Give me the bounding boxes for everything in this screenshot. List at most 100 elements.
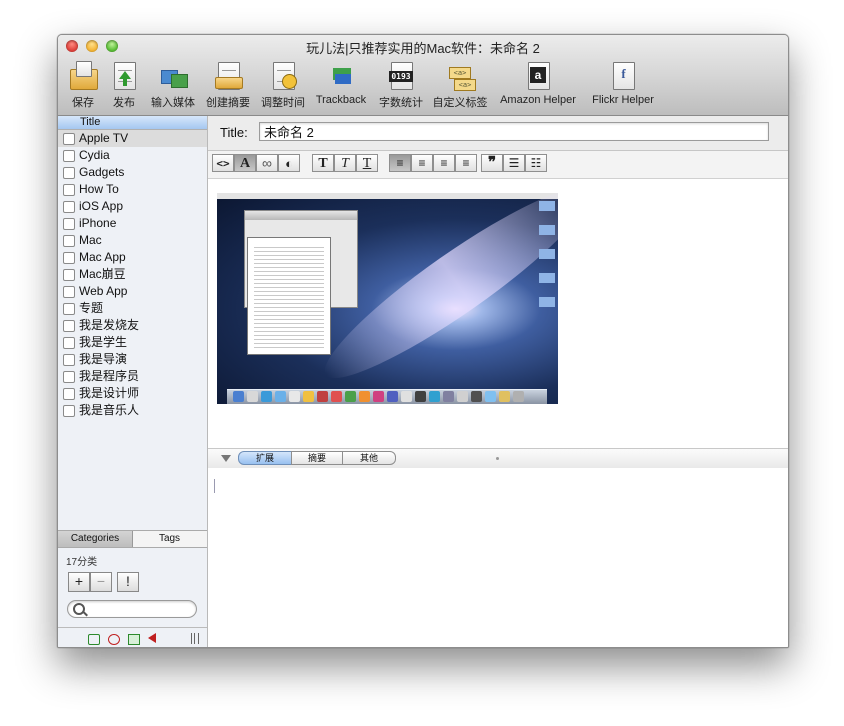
category-checkbox[interactable] xyxy=(63,184,75,196)
category-label: iPhone xyxy=(79,216,117,230)
align-left-button[interactable]: ≡ xyxy=(389,154,411,172)
comment-icon[interactable] xyxy=(88,634,100,645)
category-label: iOS App xyxy=(79,199,124,213)
tag-glyph-top: <a> xyxy=(449,67,471,79)
category-row[interactable]: Mac xyxy=(58,232,207,249)
numbered-list-button[interactable]: ☷ xyxy=(525,154,547,172)
tab-other[interactable]: 其他 xyxy=(342,451,396,465)
category-checkbox[interactable] xyxy=(63,218,75,230)
category-checkbox[interactable] xyxy=(63,320,75,332)
word-count-button[interactable]: 0193 字数统计 xyxy=(376,61,426,110)
adjust-time-label: 调整时间 xyxy=(261,97,305,109)
amazon-helper-button[interactable]: a Amazon Helper xyxy=(495,61,581,106)
category-row[interactable]: Web App xyxy=(58,283,207,300)
category-checkbox[interactable] xyxy=(63,286,75,298)
category-row[interactable]: 我是发烧友 xyxy=(58,317,207,334)
editor-pane: Title: 未命名 2 <> A ∞ ◐ T T T ≡ ≡ ≡ ≡ ❞ ☰ ☷ 扩展 摘要 其他 xyxy=(208,116,788,647)
link-button[interactable]: ∞ xyxy=(256,154,278,172)
category-search[interactable] xyxy=(67,600,197,618)
category-row[interactable]: 我是学生 xyxy=(58,334,207,351)
bold-button[interactable]: T xyxy=(312,154,334,172)
splitter-handle-icon[interactable] xyxy=(496,457,499,460)
category-row[interactable]: iPhone xyxy=(58,215,207,232)
category-checkbox[interactable] xyxy=(63,303,75,315)
category-checkbox[interactable] xyxy=(63,133,75,145)
speaker-icon[interactable] xyxy=(148,633,156,643)
highlight-button[interactable]: ◐ xyxy=(278,154,300,172)
save-button[interactable]: 保存 xyxy=(68,61,98,110)
title-input[interactable]: 未命名 2 xyxy=(259,122,769,141)
category-label: 我是导演 xyxy=(79,352,128,366)
align-right-button[interactable]: ≡ xyxy=(455,154,477,172)
import-media-label: 输入媒体 xyxy=(151,97,195,109)
copy-icon[interactable] xyxy=(128,634,140,645)
category-search-input[interactable] xyxy=(88,602,192,617)
justify-button[interactable]: ≡ xyxy=(411,154,433,172)
category-checkbox[interactable] xyxy=(63,405,75,417)
category-checkbox[interactable] xyxy=(63,371,75,383)
category-label: Mac崩豆 xyxy=(79,267,126,281)
trackback-button[interactable]: Trackback xyxy=(312,61,370,106)
category-list-header[interactable]: Title xyxy=(58,116,207,130)
embedded-screenshot-image[interactable] xyxy=(217,193,558,404)
tab-excerpt[interactable]: 摘要 xyxy=(291,451,343,465)
tab-tags[interactable]: Tags xyxy=(133,531,206,547)
trackback-label: Trackback xyxy=(315,94,367,106)
disclosure-triangle-icon[interactable] xyxy=(221,455,231,462)
category-row[interactable]: 我是导演 xyxy=(58,351,207,368)
refresh-icon[interactable] xyxy=(108,634,120,645)
category-row[interactable]: Apple TV xyxy=(58,130,207,147)
category-row[interactable]: 我是设计师 xyxy=(58,385,207,402)
category-label: Apple TV xyxy=(79,131,129,145)
sidebar-status-bar xyxy=(58,627,207,647)
underline-button[interactable]: T xyxy=(356,154,378,172)
resize-grip-icon[interactable] xyxy=(191,633,199,644)
category-label: 我是发烧友 xyxy=(79,318,140,332)
publish-label: 发布 xyxy=(113,97,135,109)
title-label: Title: xyxy=(220,125,248,140)
custom-tags-button[interactable]: <a> <a> 自定义标签 xyxy=(431,61,489,110)
blockquote-button[interactable]: ❞ xyxy=(481,154,503,172)
import-media-button[interactable]: 输入媒体 xyxy=(148,61,198,110)
category-row[interactable]: How To xyxy=(58,181,207,198)
trackback-icon xyxy=(327,61,355,93)
create-excerpt-button[interactable]: 创建摘要 xyxy=(203,61,253,110)
panel-splitter[interactable]: 扩展 摘要 其他 xyxy=(208,448,788,469)
category-checkbox[interactable] xyxy=(63,167,75,179)
category-row[interactable]: 专题 xyxy=(58,300,207,317)
category-row[interactable]: Mac App xyxy=(58,249,207,266)
alert-button[interactable]: ! xyxy=(117,572,139,592)
extended-text-editor[interactable] xyxy=(208,468,788,647)
category-checkbox[interactable] xyxy=(63,269,75,281)
category-checkbox[interactable] xyxy=(63,354,75,366)
category-checkbox[interactable] xyxy=(63,337,75,349)
category-label: 专题 xyxy=(79,301,104,315)
category-row[interactable]: Cydia xyxy=(58,147,207,164)
remove-category-button[interactable]: − xyxy=(90,572,112,592)
category-checkbox[interactable] xyxy=(63,235,75,247)
flickr-helper-button[interactable]: f Flickr Helper xyxy=(588,61,658,106)
tab-extended[interactable]: 扩展 xyxy=(238,451,292,465)
category-row[interactable]: 我是音乐人 xyxy=(58,402,207,419)
add-category-button[interactable]: + xyxy=(68,572,90,592)
category-row[interactable]: iOS App xyxy=(58,198,207,215)
adjust-time-button[interactable]: 调整时间 xyxy=(258,61,308,110)
text-color-button[interactable]: A xyxy=(234,154,256,172)
category-checkbox[interactable] xyxy=(63,201,75,213)
publish-button[interactable]: 发布 xyxy=(109,61,139,110)
category-row[interactable]: 我是程序员 xyxy=(58,368,207,385)
align-center-button[interactable]: ≡ xyxy=(433,154,455,172)
custom-tags-icon: <a> <a> xyxy=(446,61,476,93)
category-checkbox[interactable] xyxy=(63,252,75,264)
category-row[interactable]: Mac崩豆 xyxy=(58,266,207,283)
tab-categories[interactable]: Categories xyxy=(58,531,133,547)
italic-button[interactable]: T xyxy=(334,154,356,172)
category-row[interactable]: Gadgets xyxy=(58,164,207,181)
category-label: Web App xyxy=(79,284,128,298)
bullet-list-button[interactable]: ☰ xyxy=(503,154,525,172)
post-body-editor[interactable] xyxy=(208,179,788,447)
publish-icon xyxy=(110,61,138,93)
category-checkbox[interactable] xyxy=(63,388,75,400)
category-checkbox[interactable] xyxy=(63,150,75,162)
html-source-button[interactable]: <> xyxy=(212,154,234,172)
